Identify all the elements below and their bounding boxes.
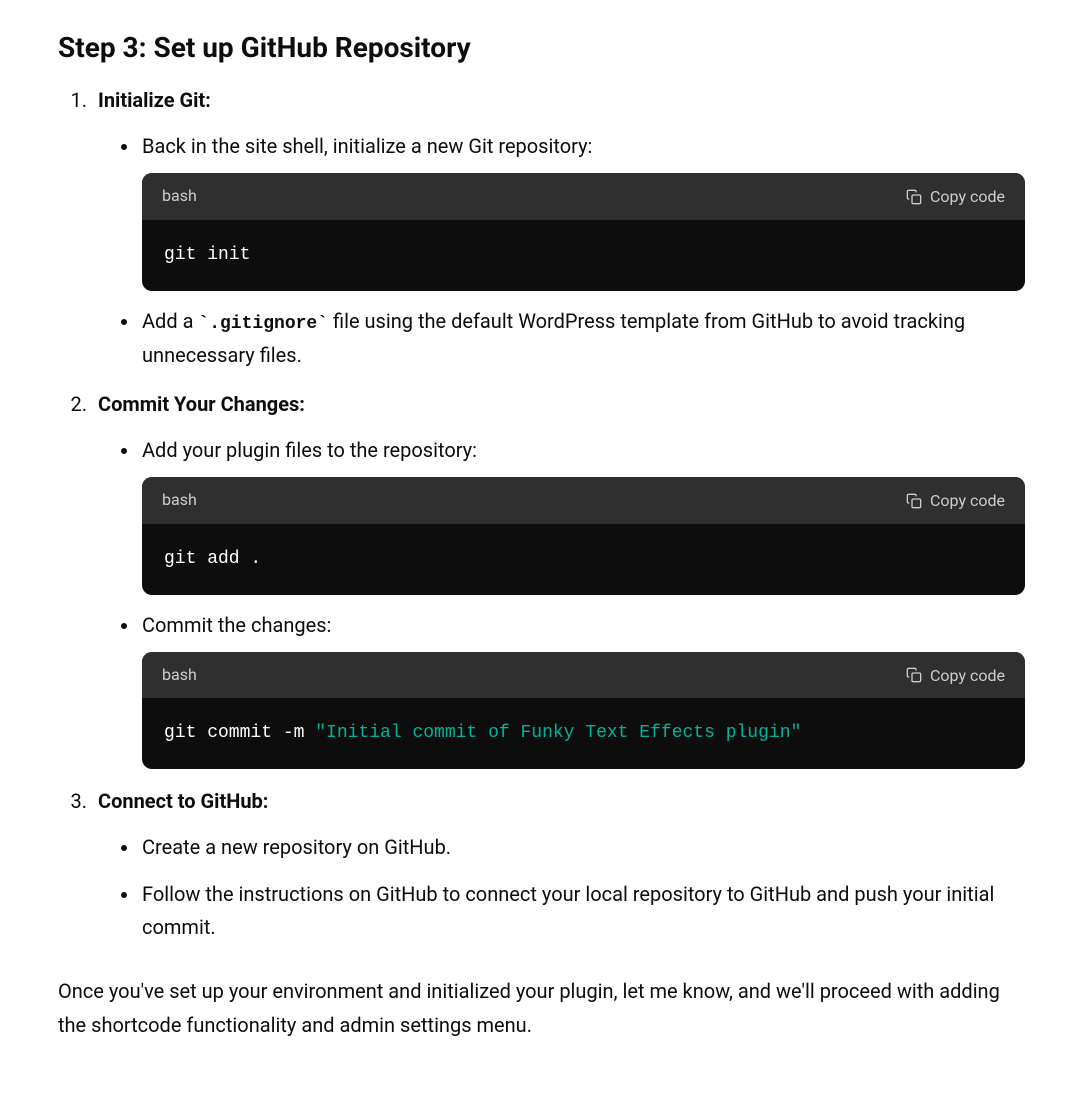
copy-icon [906, 189, 922, 205]
sub-item-text: Create a new repository on GitHub. [142, 835, 451, 859]
sub-list: Add your plugin files to the repository:… [98, 434, 1025, 769]
sub-item-text: Back in the site shell, initialize a new… [142, 134, 592, 158]
ordered-list: Initialize Git: Back in the site shell, … [58, 84, 1025, 944]
sub-list-item: Back in the site shell, initialize a new… [140, 130, 1025, 290]
step-heading: Step 3: Set up GitHub Repository [58, 30, 1025, 66]
copy-label: Copy code [930, 187, 1005, 206]
sub-list-item: Commit the changes: bash Copy code git c… [140, 609, 1025, 769]
closing-paragraph: Once you've set up your environment and … [58, 974, 1025, 1042]
code-header: bash Copy code [142, 477, 1025, 523]
code-content: git init [142, 220, 1025, 291]
sub-item-text: Commit the changes: [142, 613, 331, 637]
copy-icon [906, 493, 922, 509]
copy-label: Copy code [930, 491, 1005, 510]
list-item: Connect to GitHub: Create a new reposito… [92, 785, 1025, 944]
copy-code-button[interactable]: Copy code [906, 187, 1005, 206]
code-block: bash Copy code git init [142, 173, 1025, 290]
sub-list-item: Add a `.gitignore` file using the defaul… [140, 305, 1025, 373]
sub-item-text: Add your plugin files to the repository: [142, 438, 477, 462]
sub-list-item: Follow the instructions on GitHub to con… [140, 878, 1025, 944]
sub-list-item: Add your plugin files to the repository:… [140, 434, 1025, 594]
code-block: bash Copy code git commit -m "Initial co… [142, 652, 1025, 769]
copy-code-button[interactable]: Copy code [906, 666, 1005, 685]
copy-code-button[interactable]: Copy code [906, 491, 1005, 510]
list-item-title: Connect to GitHub: [98, 789, 268, 813]
sub-list: Back in the site shell, initialize a new… [98, 130, 1025, 372]
sub-list-item: Create a new repository on GitHub. [140, 831, 1025, 864]
code-block: bash Copy code git add . [142, 477, 1025, 594]
code-language-label: bash [162, 662, 197, 688]
code-content: git commit -m "Initial commit of Funky T… [142, 698, 1025, 769]
sub-list: Create a new repository on GitHub. Follo… [98, 831, 1025, 944]
inline-code: `.gitignore` [198, 314, 328, 334]
list-item-title: Commit Your Changes: [98, 392, 305, 416]
code-language-label: bash [162, 487, 197, 513]
sub-item-text-pre: Add a [142, 309, 198, 333]
list-item: Initialize Git: Back in the site shell, … [92, 84, 1025, 372]
code-content: git add . [142, 524, 1025, 595]
copy-icon [906, 667, 922, 683]
code-header: bash Copy code [142, 173, 1025, 219]
copy-label: Copy code [930, 666, 1005, 685]
sub-item-text: Follow the instructions on GitHub to con… [142, 882, 994, 939]
list-item-title: Initialize Git: [98, 88, 211, 112]
code-header: bash Copy code [142, 652, 1025, 698]
code-language-label: bash [162, 183, 197, 209]
list-item: Commit Your Changes: Add your plugin fil… [92, 388, 1025, 769]
